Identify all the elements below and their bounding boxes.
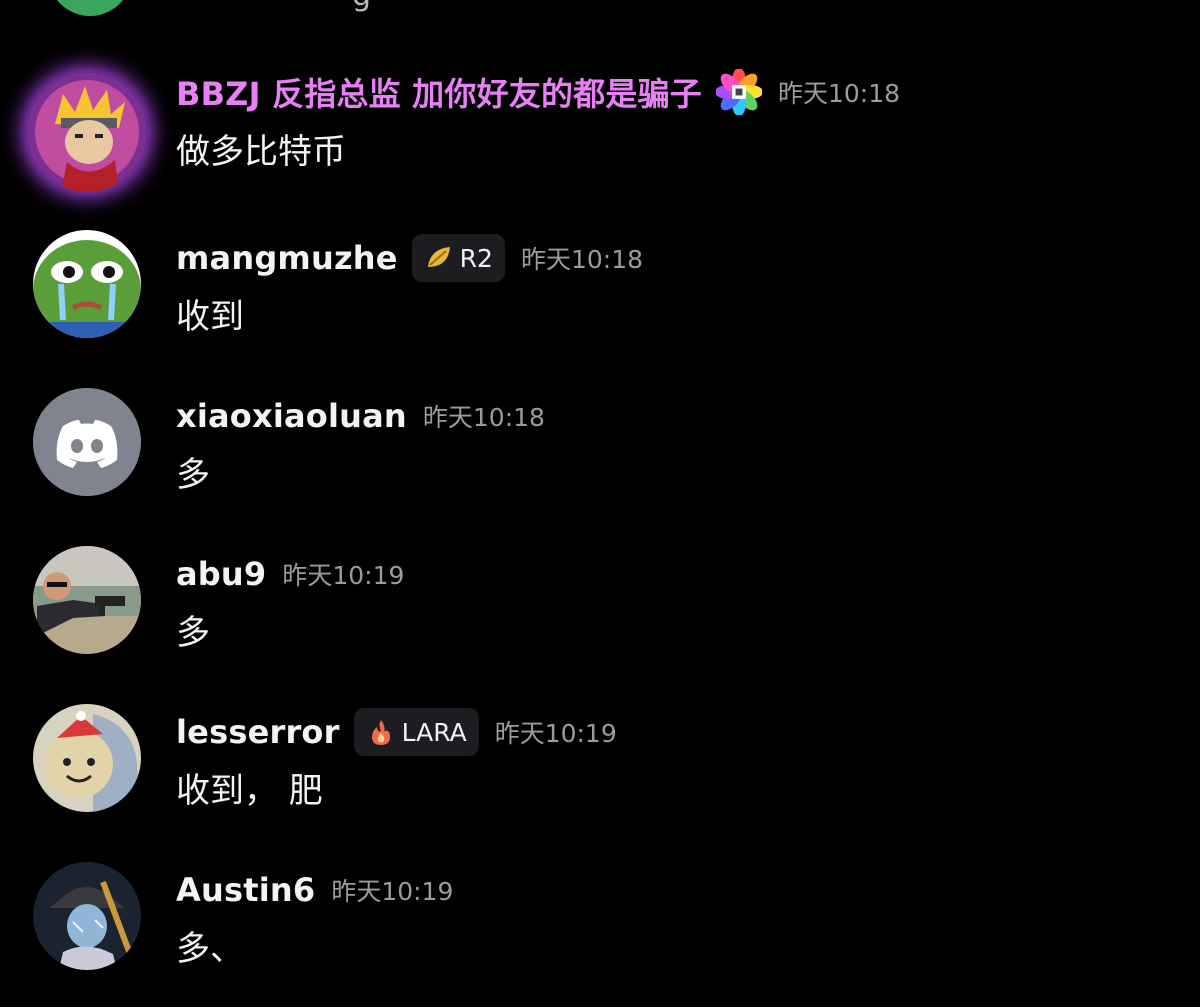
message-content: 多 [176,613,210,653]
message-content: 做多比特币 [176,132,346,172]
timestamp: 昨天10:18 [777,79,901,108]
server-tag[interactable]: R2 [411,234,505,282]
message-header: mangmuzhe R2 昨天10:18 [176,233,643,283]
avatar[interactable] [33,230,141,338]
avatar[interactable] [33,704,141,812]
avatar-image [33,546,141,654]
username[interactable]: abu9 [176,555,266,593]
avatar-image [27,72,147,192]
discord-logo-icon [33,388,141,496]
avatar[interactable] [33,862,141,970]
tag-label: LARA [401,717,467,747]
timestamp: 昨天10:19 [494,719,617,748]
message-header: BBZJ 反指总监 加你好友的都是骗子 昨天10:18 [176,67,900,117]
message-header: xiaoxiaoluan 昨天10:18 [176,391,545,441]
username[interactable]: BBZJ 反指总监 加你好友的都是骗子 [176,69,702,115]
rainbow-flower-icon [715,69,762,115]
timestamp: 昨天10:18 [520,245,643,274]
username[interactable]: Austin6 [176,871,315,909]
username[interactable]: mangmuzhe [176,239,398,277]
server-tag[interactable]: LARA [353,708,479,756]
message-header: abu9 昨天10:19 [176,549,404,599]
message-content: 收到， 肥 [176,771,323,811]
avatar[interactable] [27,72,147,192]
message-content: 收到 [176,297,244,337]
avatar-image [33,862,141,970]
tag-label: R2 [459,243,493,273]
avatar[interactable] [33,546,141,654]
partial-avatar[interactable] [48,0,132,16]
avatar-image [33,230,141,338]
message-content: 多、 [176,929,244,969]
message-content: 多 [176,455,210,495]
avatar-image [33,704,141,812]
timestamp: 昨天10:19 [282,561,405,590]
flame-icon [371,720,390,745]
timestamp: 昨天10:18 [422,403,545,432]
avatar[interactable] [33,388,141,496]
username[interactable]: xiaoxiaoluan [176,397,407,435]
username[interactable]: lesserror [176,713,340,751]
leaf-icon [427,247,450,267]
timestamp: 昨天10:19 [331,877,454,906]
message-header: Austin6 昨天10:19 [176,865,453,915]
partial-message-text: g [352,0,371,13]
message-header: lesserror LARA 昨天10:19 [176,707,617,757]
